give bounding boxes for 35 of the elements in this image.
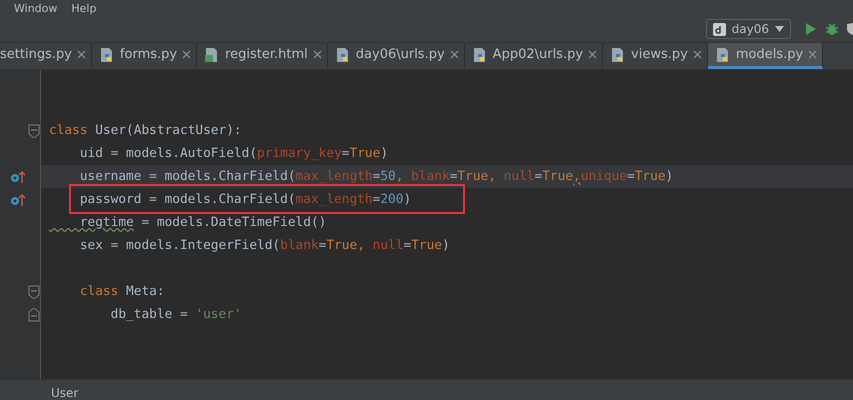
close-icon[interactable] (808, 50, 818, 59)
breadcrumb[interactable]: User (51, 386, 78, 400)
close-icon[interactable] (312, 50, 322, 59)
code-line: class User(AbstractUser): (49, 123, 242, 138)
menu-item[interactable]: Window (14, 2, 58, 14)
close-icon[interactable] (692, 50, 702, 59)
code-line: password = models.CharField(max_length=200) (78, 192, 412, 207)
menu-item[interactable]: Help (71, 2, 96, 14)
close-icon[interactable] (588, 50, 598, 59)
django-icon (712, 22, 726, 36)
run-configuration-dropdown[interactable]: day06 (706, 19, 791, 39)
python-file-icon (714, 46, 731, 62)
python-file-icon (334, 46, 351, 62)
close-icon[interactable] (450, 50, 459, 59)
close-icon[interactable] (182, 50, 192, 59)
shield-icon[interactable] (847, 22, 853, 36)
python-file-icon (98, 46, 115, 62)
fold-marker-icon[interactable] (28, 124, 40, 138)
code-line: sex = models.IntegerField(blank=True, null=True) (78, 238, 450, 253)
override-marker-icon[interactable] (10, 170, 26, 184)
code-line: class Meta: (78, 284, 165, 299)
override-marker-icon[interactable] (10, 192, 26, 206)
dropdown-caret-icon (775, 26, 784, 32)
code-line: username = models.CharField(max_length=50, blank=True, null=True,unique=True) (78, 169, 674, 184)
code-line: db_table = 'user' (110, 307, 242, 322)
close-icon[interactable] (76, 50, 86, 59)
file-tab[interactable]: settings.py (0, 43, 92, 69)
file-tab[interactable]: models.py (708, 43, 824, 69)
code-line: regtime = models.DateTimeField() (78, 215, 326, 230)
fold-end-marker-icon[interactable] (28, 308, 40, 322)
fold-marker-icon[interactable] (28, 284, 40, 298)
code-line: uid = models.AutoField(primary_key=True) (78, 146, 388, 161)
python-file-icon (472, 46, 488, 62)
bug-icon[interactable] (825, 22, 839, 36)
run-icon[interactable] (805, 22, 817, 36)
